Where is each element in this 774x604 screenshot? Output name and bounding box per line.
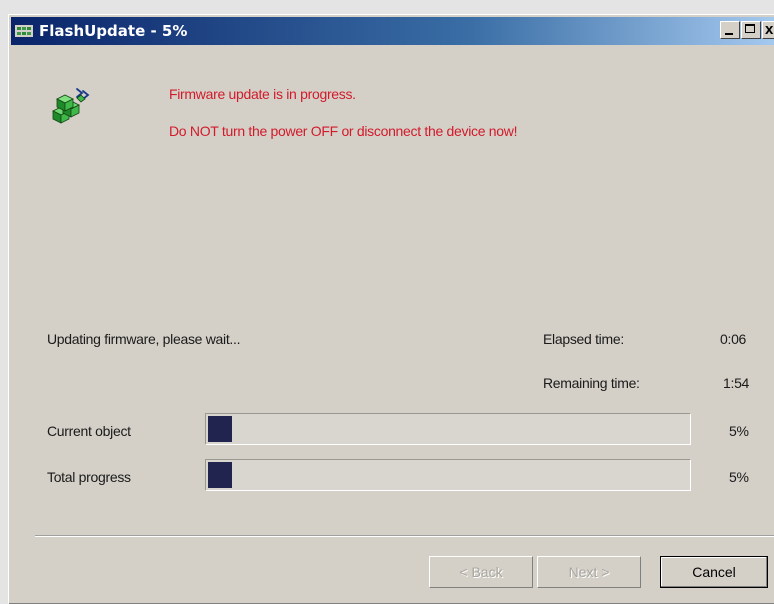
back-button[interactable]: < Back xyxy=(429,556,533,588)
warning-line-do-not-power-off: Do NOT turn the power OFF or disconnect … xyxy=(169,123,518,139)
elapsed-time-value: 0:06 xyxy=(720,331,747,347)
current-object-percent: 5% xyxy=(729,423,749,439)
next-button[interactable]: Next > xyxy=(537,556,641,588)
total-progress-label: Total progress xyxy=(47,469,131,485)
current-object-progress-fill xyxy=(208,416,232,442)
warning-line-in-progress: Firmware update is in progress. xyxy=(169,86,356,102)
close-button[interactable]: x xyxy=(762,21,774,39)
minimize-button[interactable] xyxy=(720,21,740,39)
remaining-time-value: 1:54 xyxy=(723,375,750,391)
total-progress-bar xyxy=(205,459,691,491)
current-object-progress-bar xyxy=(205,413,691,445)
title-bar[interactable]: FlashUpdate - 5% x xyxy=(11,17,774,45)
total-progress-percent: 5% xyxy=(729,469,749,485)
elapsed-time-label: Elapsed time: xyxy=(543,331,624,347)
window-title: FlashUpdate - 5% xyxy=(39,22,188,40)
flashupdate-window: FlashUpdate - 5% x Firmware update is in… xyxy=(8,14,774,604)
status-message: Updating firmware, please wait... xyxy=(47,331,241,347)
remaining-time-label: Remaining time: xyxy=(543,375,640,391)
window-controls: x xyxy=(720,21,774,41)
current-object-label: Current object xyxy=(47,423,131,439)
app-grid-icon xyxy=(15,25,33,37)
maximize-button[interactable] xyxy=(741,21,761,39)
total-progress-fill xyxy=(208,462,232,488)
footer-separator xyxy=(35,535,774,537)
firmware-cubes-icon xyxy=(52,88,90,124)
cancel-button[interactable]: Cancel xyxy=(660,556,768,588)
